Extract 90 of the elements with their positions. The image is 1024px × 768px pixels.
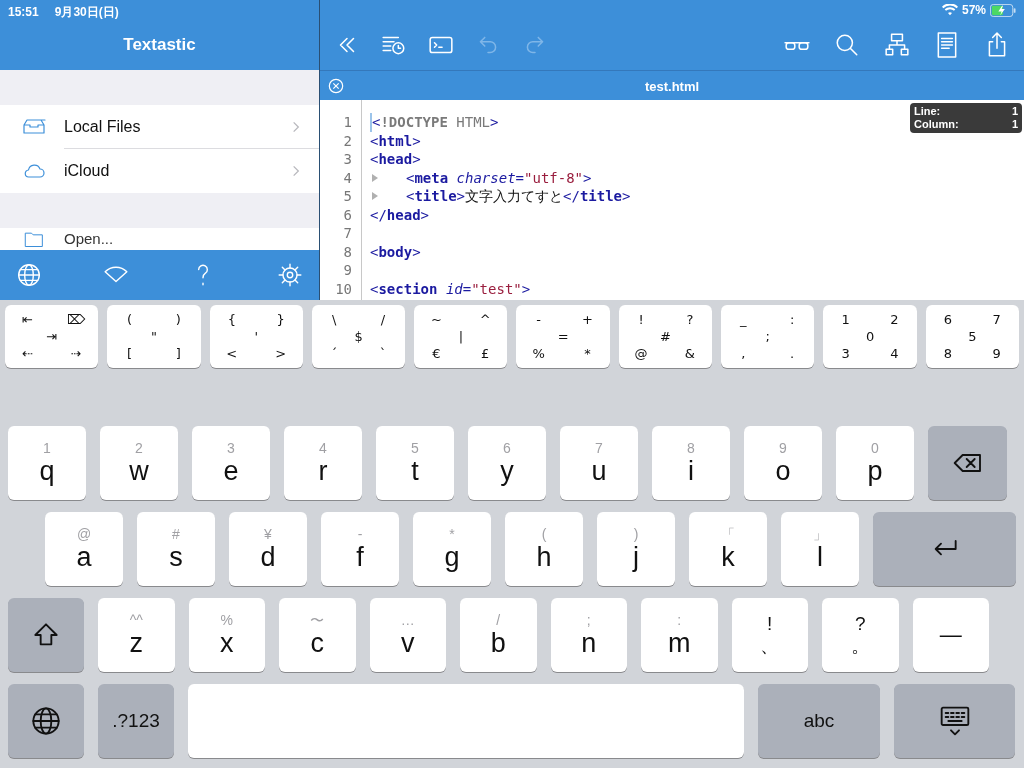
keyboard-key[interactable]: ) j bbox=[597, 512, 675, 586]
keyboard-key[interactable]: 4 r bbox=[284, 426, 362, 500]
sidebar-item[interactable]: iCloud bbox=[0, 149, 319, 193]
settings-icon[interactable] bbox=[277, 262, 303, 288]
extra-key[interactable]: \ / $ ´ ` bbox=[311, 305, 406, 368]
keyboard-key[interactable]: - f bbox=[321, 512, 399, 586]
line-number: 7 bbox=[342, 224, 353, 243]
shift-key[interactable] bbox=[8, 598, 84, 672]
keyboard-key[interactable]: ( h bbox=[505, 512, 583, 586]
line-number: 9 bbox=[342, 261, 353, 280]
keyboard-key[interactable]: @ a bbox=[45, 512, 123, 586]
keyboard-key[interactable]: 7 u bbox=[560, 426, 638, 500]
line-number: 4 bbox=[342, 168, 353, 187]
extra-key[interactable]: ( ) " [ ] bbox=[107, 305, 201, 368]
keyboard-key[interactable]: 「 k bbox=[689, 512, 767, 586]
code-line: <!DOCTYPE HTML> bbox=[370, 113, 499, 132]
keyboard-key[interactable]: ^^ z bbox=[98, 598, 175, 672]
keyboard-key[interactable]: * g bbox=[413, 512, 491, 586]
fold-icon[interactable] bbox=[372, 192, 378, 200]
keyboard-key[interactable]: : m bbox=[641, 598, 718, 672]
extra-key[interactable]: { } ' < > bbox=[209, 305, 303, 368]
code-line: <body> bbox=[370, 242, 421, 261]
line-number: 2 bbox=[342, 131, 353, 150]
status-time: 15:51 bbox=[8, 4, 39, 17]
battery-percentage: 57% bbox=[961, 2, 986, 19]
globe-key[interactable] bbox=[8, 684, 84, 758]
line-number: 3 bbox=[342, 150, 353, 169]
extra-key[interactable]: 6 7 5 8 9 bbox=[925, 305, 1019, 368]
column-label: Column: bbox=[914, 118, 959, 131]
keyboard-key[interactable]: 」 l bbox=[781, 512, 859, 586]
keyboard-key[interactable]: … v bbox=[369, 598, 446, 672]
keyboard-key[interactable]: 〜 c bbox=[279, 598, 356, 672]
keyboard-key[interactable]: 1 q bbox=[8, 426, 86, 500]
item-label: iCloud bbox=[64, 161, 111, 181]
keyboard-key[interactable]: ; n bbox=[550, 598, 627, 672]
keyboard-mode-key[interactable]: abc bbox=[758, 684, 880, 758]
keyboard-key[interactable]: 9 o bbox=[744, 426, 822, 500]
code-line: </head> bbox=[370, 205, 429, 224]
line-number: 6 bbox=[342, 205, 353, 224]
keyboard-key[interactable]: 6 y bbox=[468, 426, 546, 500]
app-title: Textastic bbox=[123, 34, 196, 57]
sidebar-item[interactable]: Open... bbox=[0, 228, 319, 250]
battery-icon bbox=[990, 3, 1016, 17]
keyboard-key[interactable]: 0 p bbox=[836, 426, 914, 500]
line-label: Line: bbox=[914, 105, 941, 118]
column-value: 1 bbox=[1011, 118, 1018, 131]
extra-key[interactable]: _ : ; , . bbox=[721, 305, 815, 368]
keyboard-dismiss-icon bbox=[938, 705, 971, 737]
line-number: 10 bbox=[334, 279, 353, 298]
code-line: <title>文字入力てすと</title> bbox=[406, 187, 631, 206]
punctuation-key[interactable]: ? 。 bbox=[822, 598, 899, 672]
extra-key[interactable]: 1 2 0 3 4 bbox=[823, 305, 917, 368]
code-line: <head> bbox=[370, 150, 421, 169]
keyboard-key[interactable]: 2 w bbox=[100, 426, 178, 500]
code-editor[interactable]: 1 2 3 4 5 6 7 8 9 10 <!DOCTYPE HTML> <html> <head> <meta charset="utf-8"> <title>文字入力てすと</title> </head> <body> <section id="test"> Line: 1 Column: 1 bbox=[320, 100, 1024, 300]
code-line: <meta charset="utf-8"> bbox=[406, 168, 592, 187]
hierarchy-icon[interactable] bbox=[884, 32, 910, 58]
keyboard-key[interactable]: 8 i bbox=[652, 426, 730, 500]
tab-title: test.html bbox=[644, 78, 700, 94]
keyboard-key[interactable]: — bbox=[912, 598, 989, 672]
keyboard-key[interactable]: 3 e bbox=[192, 426, 270, 500]
line-number: 5 bbox=[342, 187, 353, 206]
extra-key[interactable]: ⇤ ⌦ ⇥ ⇠ ⇢ bbox=[5, 305, 99, 368]
extra-key[interactable]: ~ ^ | € £ bbox=[414, 305, 508, 368]
line-number: 1 bbox=[342, 113, 353, 132]
status-date: 9月30日(日) bbox=[54, 4, 119, 17]
wifi-signal-icon bbox=[941, 4, 958, 16]
keyboard-key[interactable]: / b bbox=[460, 598, 537, 672]
line-number: 8 bbox=[342, 242, 353, 261]
globe-icon[interactable] bbox=[16, 262, 42, 288]
fold-icon[interactable] bbox=[372, 173, 378, 182]
keyboard-key[interactable]: ¥ d bbox=[229, 512, 307, 586]
item-label: Open... bbox=[64, 229, 114, 249]
extra-key[interactable]: ! ? # @ & bbox=[618, 305, 713, 368]
globe-icon bbox=[30, 705, 62, 737]
close-icon[interactable] bbox=[328, 77, 344, 94]
keyboard-key[interactable]: 5 t bbox=[376, 426, 454, 500]
keyboard-key[interactable]: % x bbox=[188, 598, 265, 672]
keyboard-key[interactable]: # s bbox=[137, 512, 215, 586]
code-line: <section id="test"> bbox=[370, 279, 531, 298]
delete-key[interactable] bbox=[928, 426, 1007, 500]
code-line: <html> bbox=[370, 131, 421, 150]
line-value: 1 bbox=[1011, 105, 1018, 118]
sidebar-item[interactable]: Local Files bbox=[0, 105, 319, 149]
extra-key[interactable]: - + = % * bbox=[516, 305, 610, 368]
keyboard-mode-key[interactable]: .?123 bbox=[98, 684, 174, 758]
punctuation-key[interactable]: ! 、 bbox=[731, 598, 808, 672]
item-label: Local Files bbox=[64, 116, 142, 137]
search-icon[interactable] bbox=[834, 32, 860, 58]
dismiss-keyboard-key[interactable] bbox=[894, 684, 1015, 758]
